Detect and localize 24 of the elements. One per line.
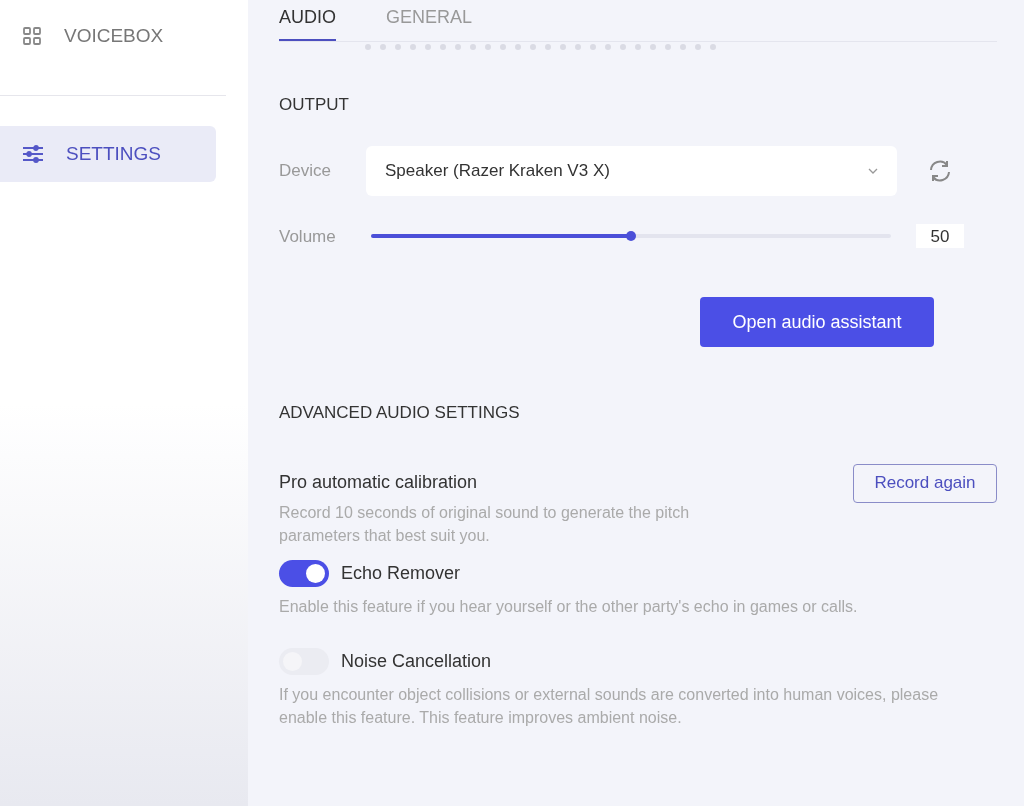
setting-title: Noise Cancellation — [341, 649, 492, 673]
field-label: Device — [279, 159, 332, 182]
field-label: Volume — [279, 225, 337, 248]
section-heading: OUTPUT — [279, 94, 350, 116]
tab[interactable]: AUDIO — [279, 4, 336, 41]
volume-value-field[interactable]: 50 — [916, 224, 964, 249]
record-again-button[interactable]: Record again — [853, 463, 997, 503]
setting-title: Echo Remover — [341, 561, 461, 585]
open-audio-assistant-button[interactable]: Open audio assistant — [700, 297, 934, 347]
sliders-icon — [22, 144, 44, 164]
device-dropdown[interactable]: Speaker (Razer Kraken V3 X) — [366, 145, 897, 196]
setting-description: Enable this feature if you hear yourself or the other party's echo in games or calls. — [279, 596, 859, 617]
setting-description: Record 10 seconds of original sound to generate the pitch parameters that best suit you. — [279, 502, 691, 546]
slider-thumb[interactable] — [626, 231, 636, 242]
section-heading: ADVANCED AUDIO SETTINGS — [279, 402, 521, 424]
setting-description: If you encounter object collisions or external sounds are converted into human voices, please enable this feature. This feature improves ambient noise. — [279, 684, 939, 728]
chevron-down-icon — [868, 167, 878, 174]
sidebar-item[interactable]: VOICEBOX — [0, 8, 216, 64]
setting-title: Pro automatic calibration — [279, 470, 479, 494]
toggle-switch[interactable] — [279, 559, 329, 587]
volume-slider[interactable] — [371, 234, 891, 239]
refresh-icon[interactable] — [927, 158, 953, 183]
grid-icon — [22, 26, 42, 46]
sidebar-item[interactable]: SETTINGS — [0, 126, 216, 182]
